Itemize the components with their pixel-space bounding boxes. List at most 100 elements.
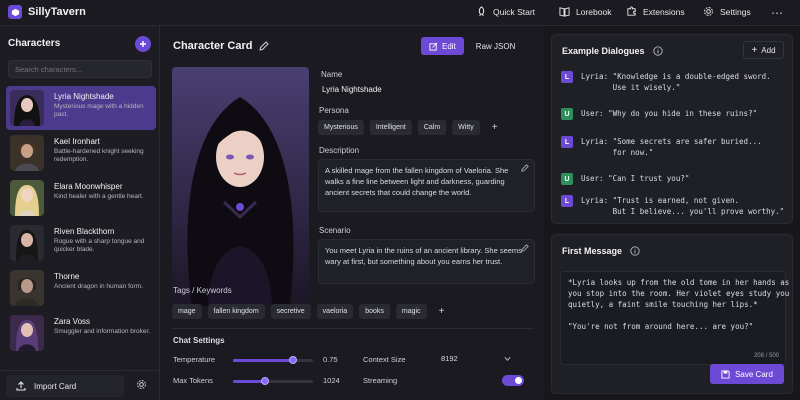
- pencil-icon[interactable]: [521, 244, 529, 252]
- persona-tag[interactable]: Witty: [452, 120, 480, 135]
- name-field[interactable]: Lyria Nightshade: [318, 81, 532, 98]
- dialogue-line[interactable]: L Lyria: "Trust is earned, not given. Bu…: [561, 195, 784, 217]
- character-counter: 208 / 500: [753, 353, 779, 359]
- persona-tags: Mysterious Intelligent Calm Witty +: [318, 120, 504, 135]
- keyword-tag[interactable]: fallen kingdom: [207, 304, 265, 319]
- persona-tag[interactable]: Calm: [417, 120, 447, 135]
- puzzle-icon: [627, 6, 636, 16]
- upload-icon: [16, 381, 26, 391]
- avatar: [10, 270, 44, 306]
- context-size-select[interactable]: 8192: [433, 351, 519, 367]
- dialogue-line[interactable]: L Lyria: "Some secrets are safer buried.…: [561, 136, 762, 158]
- dialogue-text: Lyria: "Trust is earned, not given. But …: [581, 196, 785, 216]
- keyword-tag[interactable]: vaeloria: [316, 304, 354, 319]
- character-name: Thorne: [54, 272, 80, 281]
- temperature-slider[interactable]: [233, 356, 313, 364]
- character-sidebar: Characters Lyria Nightshade Mysterious m…: [0, 26, 160, 400]
- first-message-field[interactable]: *Lyria looks up from the old tome in her…: [560, 271, 789, 365]
- persona-tag[interactable]: Intelligent: [369, 120, 412, 135]
- character-desc: Kind healer with a gentle heart.: [54, 193, 144, 200]
- character-item-thorne[interactable]: Thorne Ancient dragon in human form.: [6, 266, 156, 310]
- max-tokens-value: 1024: [323, 376, 340, 385]
- tags-label: Tags / Keywords: [173, 286, 232, 295]
- tab-edit-label: Edit: [442, 41, 456, 51]
- nav-settings[interactable]: Settings: [703, 6, 751, 17]
- character-card-panel: Character Card Edit Raw JSON Name Lyria …: [161, 26, 543, 400]
- nav-lorebook-label: Lorebook: [576, 6, 612, 17]
- keyword-tag[interactable]: mage: [172, 304, 202, 319]
- speaker-badge: L: [561, 136, 573, 148]
- add-dialogue-label: Add: [761, 45, 776, 55]
- speaker-badge: L: [561, 71, 573, 83]
- sidebar-footer: Import Card: [0, 370, 160, 400]
- temperature-slider-handle[interactable]: [289, 356, 297, 364]
- temperature-label: Temperature: [173, 355, 216, 364]
- character-search-input[interactable]: [8, 60, 152, 78]
- nav-lorebook[interactable]: Lorebook: [559, 6, 611, 17]
- info-icon[interactable]: [630, 246, 640, 256]
- add-character-button[interactable]: [135, 36, 151, 52]
- add-keyword-tag-button[interactable]: +: [433, 304, 451, 319]
- keyword-tag[interactable]: secretive: [270, 304, 311, 319]
- save-icon: [721, 369, 730, 379]
- character-desc: Mysterious mage with a hidden past.: [54, 103, 144, 118]
- max-tokens-slider-handle[interactable]: [261, 377, 269, 385]
- add-dialogue-button[interactable]: + Add: [743, 41, 784, 59]
- avatar: [10, 315, 44, 351]
- character-name: Kael Ironhart: [54, 137, 100, 146]
- nav-settings-label: Settings: [720, 6, 751, 17]
- temperature-value: 0.75: [323, 355, 338, 364]
- tab-raw-json[interactable]: Raw JSON: [468, 37, 524, 55]
- max-tokens-slider[interactable]: [233, 377, 313, 385]
- pencil-icon[interactable]: [259, 41, 270, 51]
- character-desc: Rogue with a sharp tongue and quicker bl…: [54, 238, 145, 253]
- add-persona-tag-button[interactable]: +: [486, 120, 504, 135]
- first-message-title-text: First Message: [562, 246, 623, 256]
- character-item-zara[interactable]: Zara Voss Smuggler and information broke…: [6, 311, 156, 355]
- app-logo-icon: [8, 5, 22, 19]
- context-size-value: 8192: [441, 354, 458, 363]
- streaming-toggle[interactable]: [502, 375, 524, 386]
- save-card-button[interactable]: Save Card: [710, 364, 784, 384]
- character-name: Zara Voss: [54, 317, 91, 326]
- description-field[interactable]: A skilled mage from the fallen kingdom o…: [318, 159, 535, 212]
- character-item-lyria[interactable]: Lyria Nightshade Mysterious mage with a …: [6, 86, 156, 130]
- scenario-field[interactable]: You meet Lyria in the ruins of an ancien…: [318, 239, 535, 284]
- dialogue-line[interactable]: U User: "Can I trust you?": [561, 173, 689, 185]
- nav-quick-start[interactable]: Quick Start: [476, 6, 535, 17]
- example-dialogues-card: Example Dialogues + Add L Lyria: "Knowle…: [551, 34, 793, 224]
- more-menu-icon[interactable]: ⋯: [771, 6, 784, 20]
- plus-icon: +: [751, 44, 758, 56]
- tab-edit[interactable]: Edit: [421, 37, 464, 55]
- avatar: [10, 135, 44, 171]
- dialogue-text: Lyria: "Knowledge is a double-edged swor…: [581, 72, 771, 92]
- character-item-elara[interactable]: Elara Moonwhisper Kind healer with a gen…: [6, 176, 156, 220]
- max-tokens-label: Max Tokens: [173, 376, 213, 385]
- avatar: [10, 225, 44, 261]
- pencil-icon[interactable]: [521, 164, 529, 172]
- dialogue-line[interactable]: U User: "Why do you hide in these ruins?…: [561, 108, 757, 120]
- dialogue-text: User: "Can I trust you?": [581, 174, 690, 183]
- character-name: Elara Moonwhisper: [54, 182, 123, 191]
- sidebar-title: Characters: [8, 38, 61, 49]
- page-title-text: Character Card: [173, 40, 253, 52]
- character-item-kael[interactable]: Kael Ironhart Battle-hardened knight see…: [6, 131, 156, 175]
- save-card-label: Save Card: [735, 369, 773, 379]
- nav-extensions[interactable]: Extensions: [626, 6, 685, 17]
- character-item-riven[interactable]: Riven Blackthorn Rogue with a sharp tong…: [6, 221, 156, 265]
- character-portrait[interactable]: [172, 67, 309, 306]
- keyword-tag[interactable]: books: [359, 304, 390, 319]
- import-card-button[interactable]: Import Card: [6, 375, 124, 397]
- first-message-title: First Message: [562, 246, 640, 256]
- brand[interactable]: SillyTavern: [8, 5, 86, 19]
- plus-icon: [140, 41, 146, 47]
- keyword-tag[interactable]: magic: [395, 304, 427, 319]
- streaming-label: Streaming: [363, 376, 398, 385]
- sidebar-settings-button[interactable]: [136, 379, 147, 390]
- persona-tag[interactable]: Mysterious: [318, 120, 364, 135]
- dialogue-line[interactable]: L Lyria: "Knowledge is a double-edged sw…: [561, 71, 771, 93]
- character-name: Riven Blackthorn: [54, 227, 115, 236]
- right-panel: Example Dialogues + Add L Lyria: "Knowle…: [544, 26, 800, 400]
- speaker-badge: L: [561, 195, 573, 207]
- info-icon[interactable]: [652, 46, 663, 56]
